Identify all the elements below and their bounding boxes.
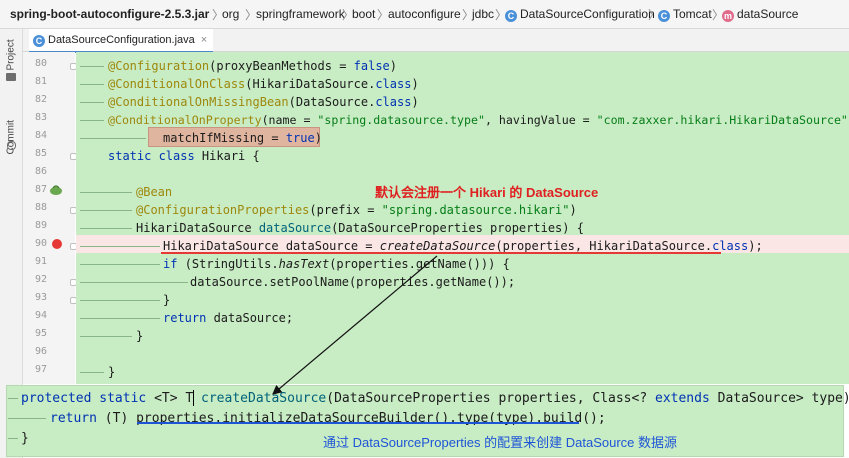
pointer-arrow [272,255,438,395]
